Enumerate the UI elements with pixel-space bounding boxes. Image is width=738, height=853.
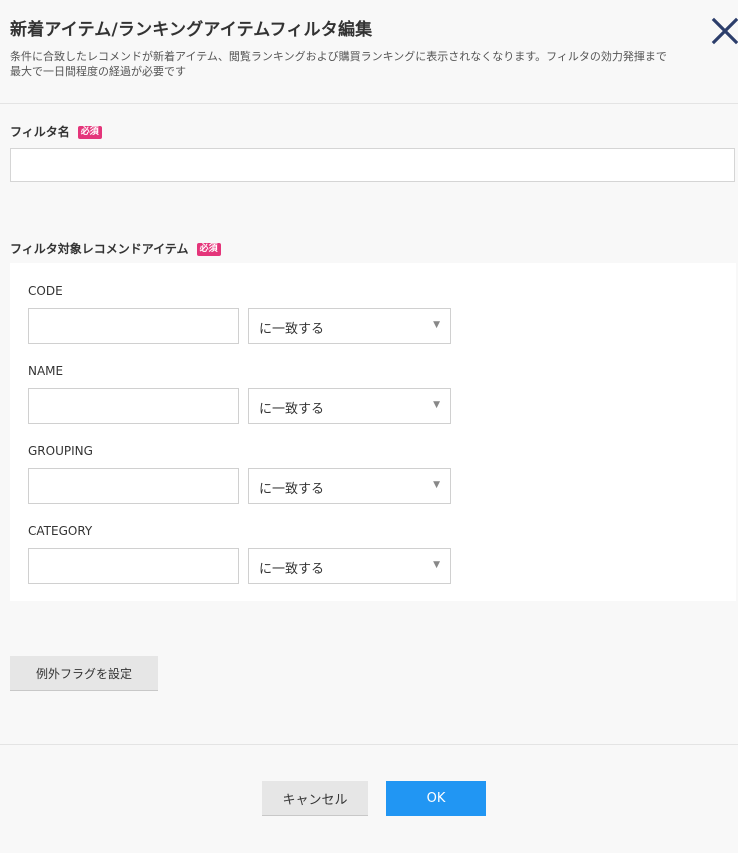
code-match-select[interactable]: に一致する ▼ <box>248 308 451 344</box>
filter-name-label: フィルタ名 必須 <box>10 123 102 140</box>
close-icon[interactable] <box>711 17 738 45</box>
required-badge: 必須 <box>77 126 102 139</box>
cancel-button[interactable]: キャンセル <box>262 781 368 816</box>
filter-name-label-text: フィルタ名 <box>10 125 70 139</box>
filter-name-input[interactable] <box>10 148 735 182</box>
name-match-value: に一致する <box>259 402 325 417</box>
description-line-2: 最大で一日間程度の経過が必要です <box>10 65 186 78</box>
category-label: CATEGORY <box>28 524 93 538</box>
filter-items-label-text: フィルタ対象レコメンドアイテム <box>10 242 189 256</box>
name-label: NAME <box>28 364 64 378</box>
name-input[interactable] <box>28 388 239 424</box>
code-input[interactable] <box>28 308 239 344</box>
ok-button[interactable]: OK <box>386 781 486 816</box>
name-match-select[interactable]: に一致する ▼ <box>248 388 451 424</box>
grouping-input[interactable] <box>28 468 239 504</box>
code-match-value: に一致する <box>259 322 325 337</box>
grouping-match-value: に一致する <box>259 482 325 497</box>
set-exception-flag-button[interactable]: 例外フラグを設定 <box>10 656 158 691</box>
grouping-match-select[interactable]: に一致する ▼ <box>248 468 451 504</box>
dialog-header: 新着アイテム/ランキングアイテムフィルタ編集 条件に合致したレコメンドが新着アイ… <box>0 0 738 104</box>
dialog-title: 新着アイテム/ランキングアイテムフィルタ編集 <box>10 20 373 40</box>
category-input[interactable] <box>28 548 239 584</box>
category-match-value: に一致する <box>259 562 325 577</box>
description-line-1: 条件に合致したレコメンドが新着アイテム、閲覧ランキングおよび購買ランキングに表示… <box>10 50 667 63</box>
grouping-label: GROUPING <box>28 444 93 458</box>
required-badge: 必須 <box>196 243 221 256</box>
dialog-description: 条件に合致したレコメンドが新着アイテム、閲覧ランキングおよび購買ランキングに表示… <box>10 49 710 79</box>
dropdown-caret-icon: ▼ <box>433 320 440 330</box>
filter-items-panel: CODE に一致する ▼ NAME に一致する ▼ GROUPING に一致する… <box>10 263 736 601</box>
code-label: CODE <box>28 284 63 298</box>
dropdown-caret-icon: ▼ <box>433 480 440 490</box>
dropdown-caret-icon: ▼ <box>433 400 440 410</box>
dropdown-caret-icon: ▼ <box>433 560 440 570</box>
category-match-select[interactable]: に一致する ▼ <box>248 548 451 584</box>
filter-items-label: フィルタ対象レコメンドアイテム 必須 <box>10 240 221 257</box>
footer-divider <box>0 744 738 745</box>
